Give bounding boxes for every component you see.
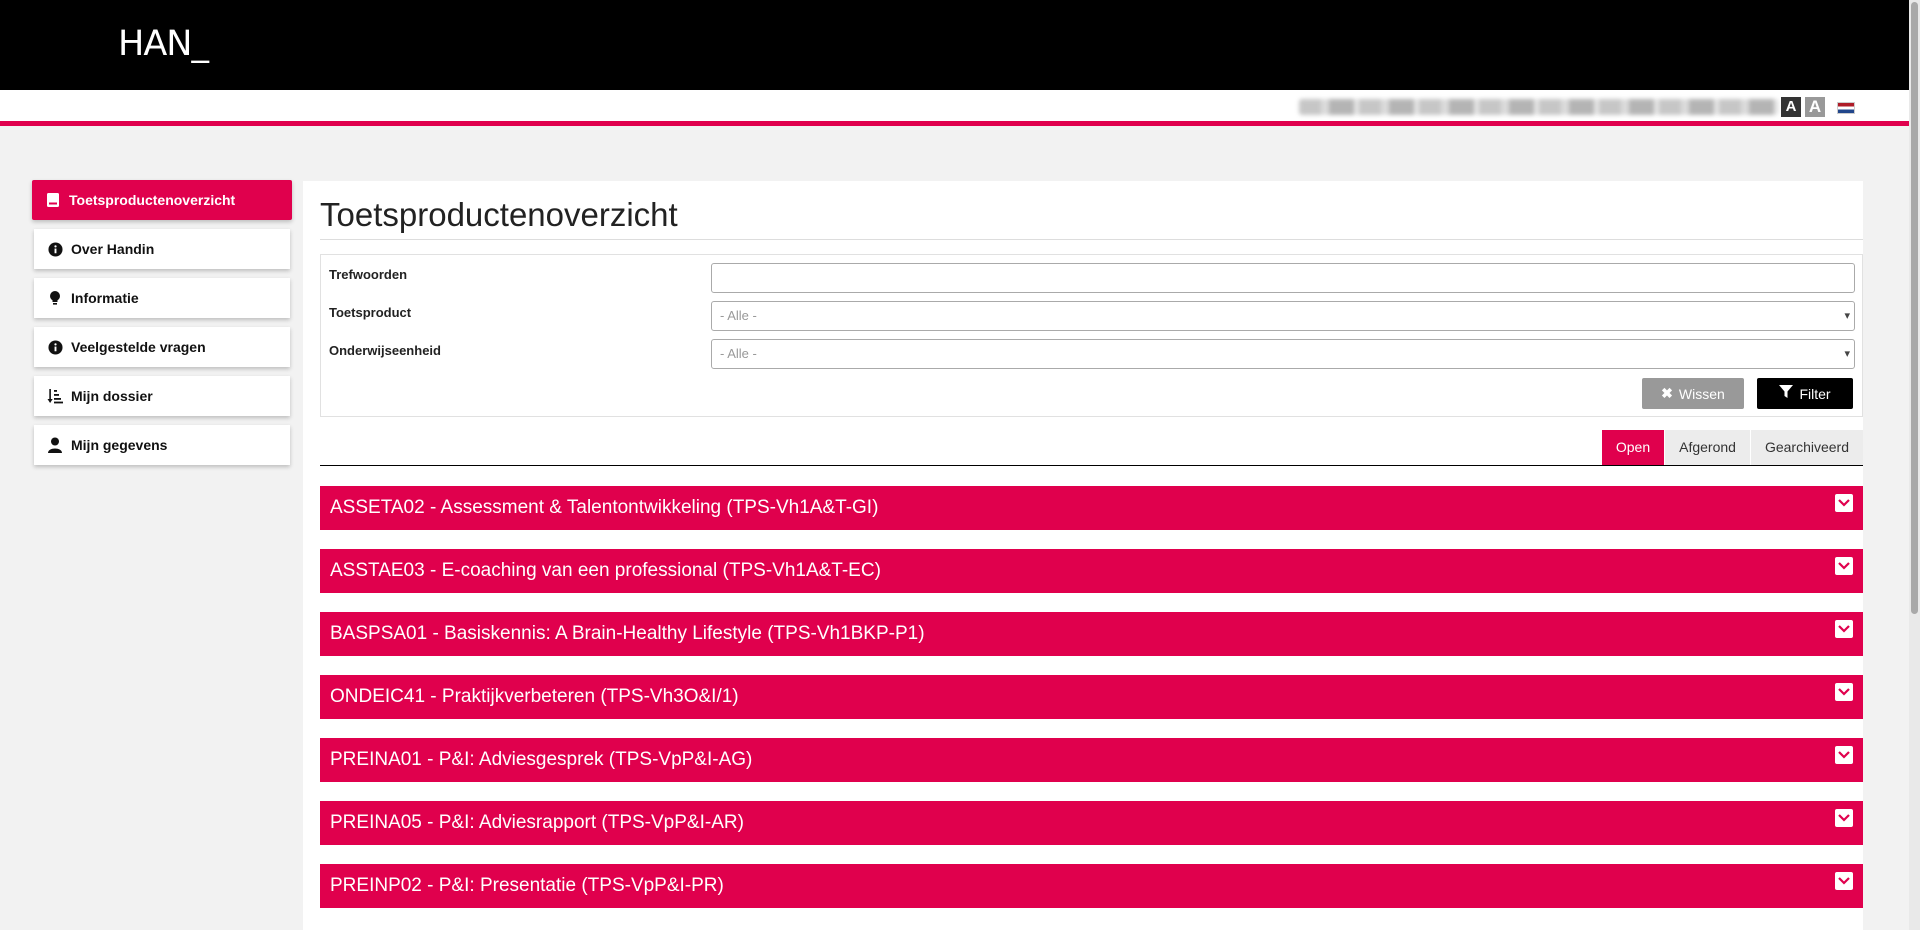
chevron-down-icon[interactable] (1835, 872, 1853, 890)
lightbulb-icon (47, 290, 63, 306)
chevron-down-icon[interactable] (1835, 494, 1853, 512)
sidebar-item-label: Mijn dossier (71, 388, 153, 404)
product-item-title: PREINA01 - P&I: Adviesgesprek (TPS-VpP&I… (330, 749, 753, 770)
product-item-title: ONDEIC41 - Praktijkverbeteren (TPS-Vh3O&… (330, 686, 739, 707)
user-info-blurred (1299, 99, 1779, 115)
page-scrollbar[interactable] (1909, 0, 1920, 930)
product-item-title: ASSTAE03 - E-coaching van een profession… (330, 560, 881, 581)
sidebar-item-label: Over Handin (71, 241, 155, 257)
unit-select-value: - Alle - (720, 346, 757, 361)
product-item[interactable]: ASSETA02 - Assessment & Talentontwikkeli… (320, 486, 1863, 530)
filter-button-label: Filter (1799, 385, 1831, 402)
sidebar-item-over-handin[interactable]: Over Handin (34, 229, 290, 269)
unit-label: Onderwijseenheid (329, 343, 441, 358)
chevron-down-icon[interactable] (1835, 620, 1853, 638)
sidebar-item-label: Veelgestelde vragen (71, 339, 206, 355)
top-header: HAN_ (0, 0, 1909, 90)
product-select[interactable]: - Alle - (711, 301, 1855, 331)
sidebar-item-label: Informatie (71, 290, 139, 306)
tab-open[interactable]: Open (1601, 430, 1665, 465)
chevron-down-icon[interactable] (1835, 746, 1853, 764)
filter-button[interactable]: Filter (1757, 378, 1853, 409)
sort-list-icon (47, 388, 63, 404)
clear-button[interactable]: ✖ Wissen (1642, 378, 1744, 409)
tab-gearchiveerd[interactable]: Gearchiveerd (1750, 430, 1863, 465)
product-item[interactable]: ASSTAE03 - E-coaching van een profession… (320, 549, 1863, 593)
font-size-small-button[interactable]: A (1781, 97, 1801, 117)
dutch-flag-icon[interactable] (1837, 102, 1855, 114)
tabs-divider (320, 465, 1863, 466)
main-content: Toetsproductenoverzicht Trefwoorden Toet… (303, 181, 1863, 930)
product-item[interactable]: ONDEIC41 - Praktijkverbeteren (TPS-Vh3O&… (320, 675, 1863, 719)
product-label: Toetsproduct (329, 305, 412, 320)
info-icon (47, 241, 63, 257)
product-item[interactable]: PREINA05 - P&I: Adviesrapport (TPS-VpP&I… (320, 801, 1863, 845)
product-item[interactable]: BASPSA01 - Basiskennis: A Brain-Healthy … (320, 612, 1863, 656)
keywords-input[interactable] (711, 263, 1855, 293)
user-bar: A A (0, 90, 1909, 126)
sidebar-item-toetsproductenoverzicht[interactable]: Toetsproductenoverzicht (32, 180, 292, 220)
product-item[interactable]: PREINP02 - P&I: Presentatie (TPS-VpP&I-P… (320, 864, 1863, 908)
sidebar: Toetsproductenoverzicht Over Handin Info… (32, 180, 292, 474)
status-tabs: Open Afgerond Gearchiveerd (1601, 430, 1863, 465)
chevron-down-icon[interactable] (1835, 809, 1853, 827)
filter-panel: Trefwoorden Toetsproduct - Alle - Onderw… (320, 254, 1863, 417)
product-item-title: BASPSA01 - Basiskennis: A Brain-Healthy … (330, 623, 925, 644)
info-icon (47, 339, 63, 355)
sidebar-item-informatie[interactable]: Informatie (34, 278, 290, 318)
tab-afgerond[interactable]: Afgerond (1665, 430, 1750, 465)
product-select-value: - Alle - (720, 308, 757, 323)
unit-select[interactable]: - Alle - (711, 339, 1855, 369)
keywords-label: Trefwoorden (329, 267, 408, 282)
funnel-icon (1779, 385, 1794, 402)
clear-button-label: Wissen (1678, 385, 1725, 402)
sidebar-item-veelgestelde-vragen[interactable]: Veelgestelde vragen (34, 327, 290, 367)
product-item-title: PREINA05 - P&I: Adviesrapport (TPS-VpP&I… (330, 812, 744, 833)
product-accordion: ASSETA02 - Assessment & Talentontwikkeli… (320, 486, 1863, 927)
user-icon (47, 437, 63, 453)
sidebar-item-label: Mijn gegevens (71, 437, 168, 453)
chevron-down-icon[interactable] (1835, 683, 1853, 701)
sidebar-item-mijn-dossier[interactable]: Mijn dossier (34, 376, 290, 416)
product-item-title: ASSETA02 - Assessment & Talentontwikkeli… (330, 497, 879, 518)
scrollbar-thumb[interactable] (1911, 2, 1918, 614)
font-size-large-button[interactable]: A (1805, 97, 1825, 117)
sidebar-item-label: Toetsproductenoverzicht (69, 192, 236, 208)
close-icon: ✖ (1661, 385, 1673, 401)
book-icon (45, 192, 61, 208)
title-divider (320, 239, 1863, 240)
chevron-down-icon[interactable] (1835, 557, 1853, 575)
page-title: Toetsproductenoverzicht (320, 196, 678, 233)
product-item-title: PREINP02 - P&I: Presentatie (TPS-VpP&I-P… (330, 875, 724, 896)
han-logo[interactable]: HAN_ (118, 24, 209, 64)
product-item[interactable]: PREINA01 - P&I: Adviesgesprek (TPS-VpP&I… (320, 738, 1863, 782)
sidebar-item-mijn-gegevens[interactable]: Mijn gegevens (34, 425, 290, 465)
